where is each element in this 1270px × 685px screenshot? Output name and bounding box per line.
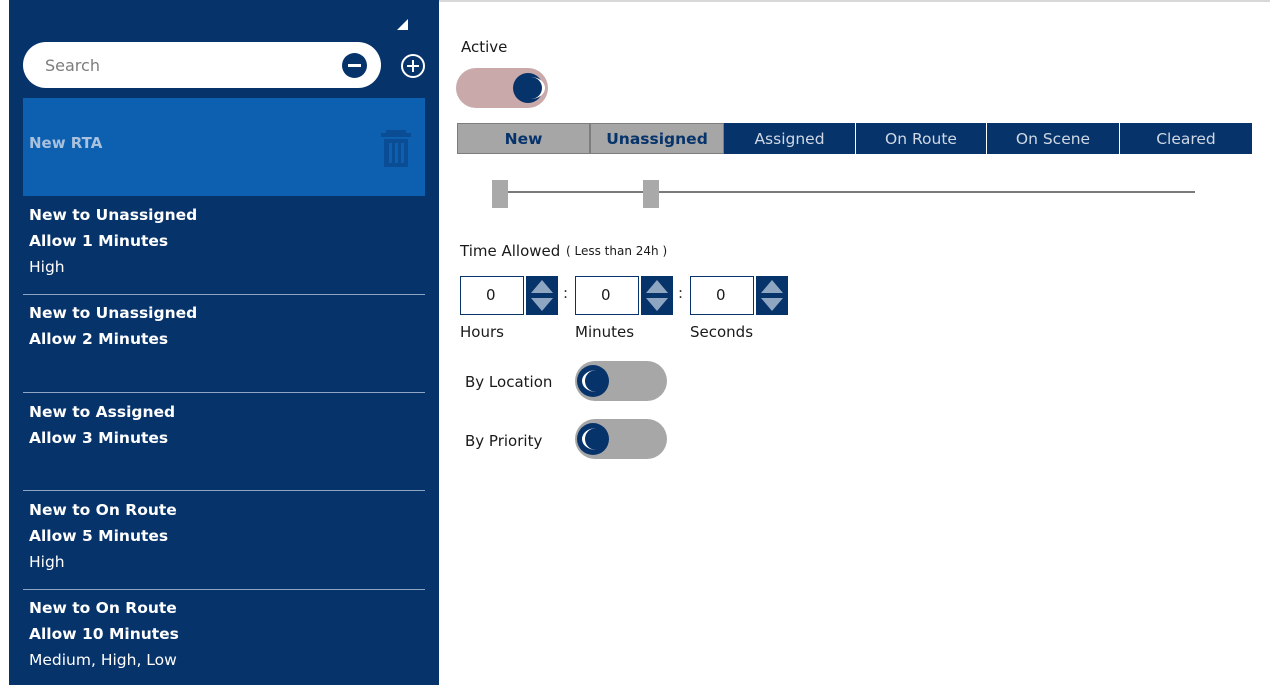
list-item-allow: Allow 5 Minutes — [29, 527, 169, 545]
list-item-title: New to Unassigned — [29, 304, 198, 322]
by-location-label: By Location — [465, 373, 553, 391]
minutes-field[interactable]: 0 — [575, 276, 639, 315]
list-item-priority: Medium, High, Low — [29, 651, 177, 669]
tab-new[interactable]: New — [457, 123, 590, 154]
tab-cleared[interactable]: Cleared — [1120, 123, 1252, 154]
toggle-knob — [513, 73, 543, 103]
seconds-value: 0 — [716, 286, 726, 304]
list-item-priority: High — [29, 553, 65, 571]
tab-on-scene[interactable]: On Scene — [987, 123, 1120, 154]
toggle-knob — [577, 423, 609, 455]
list-item[interactable]: New to On Route Allow 5 Minutes High — [23, 497, 425, 595]
arrow-down-icon[interactable] — [761, 298, 783, 311]
by-priority-label: By Priority — [465, 432, 543, 450]
hours-spin-button[interactable] — [526, 276, 558, 315]
list-item[interactable]: New to Unassigned Allow 1 Minutes High — [23, 202, 425, 300]
hours-field[interactable]: 0 — [460, 276, 524, 315]
list-item[interactable]: New to Assigned Allow 3 Minutes — [23, 399, 425, 497]
minutes-value: 0 — [601, 286, 611, 304]
time-separator: : — [563, 284, 569, 302]
arrow-down-icon[interactable] — [646, 298, 668, 311]
list-item-title: New to Unassigned — [29, 206, 198, 224]
divider — [23, 294, 425, 295]
hours-value: 0 — [486, 286, 496, 304]
by-location-toggle[interactable] — [575, 361, 667, 401]
list-item-allow: Allow 2 Minutes — [29, 330, 169, 348]
range-slider-start-thumb[interactable] — [492, 180, 508, 208]
list-item-selected[interactable]: New RTA — [23, 98, 425, 196]
minutes-stepper[interactable]: 0 — [575, 276, 673, 315]
add-circle-icon[interactable] — [401, 54, 425, 78]
tab-unassigned[interactable]: Unassigned — [590, 123, 724, 154]
list-item-priority: High — [29, 258, 65, 276]
range-slider-end-thumb[interactable] — [643, 180, 659, 208]
rules-sidebar: New RTA New to Unassigned Allow 1 Minute… — [9, 0, 439, 685]
list-item-title: New to On Route — [29, 501, 177, 519]
active-label: Active — [461, 38, 508, 56]
list-item-allow: Allow 1 Minutes — [29, 232, 169, 250]
list-item-title: New to Assigned — [29, 403, 176, 421]
toggle-knob — [577, 365, 609, 397]
range-slider-track[interactable] — [492, 191, 1195, 193]
seconds-field[interactable]: 0 — [690, 276, 754, 315]
hours-label: Hours — [460, 323, 504, 341]
trash-icon[interactable] — [380, 128, 412, 168]
search-input[interactable] — [45, 50, 325, 80]
list-item[interactable]: New to On Route Allow 10 Minutes Medium,… — [23, 595, 425, 685]
status-stepper: New Unassigned Assigned On Route On Scen… — [457, 123, 1252, 154]
list-item-title: New to On Route — [29, 599, 177, 617]
time-allowed-hint: ( Less than 24h ) — [566, 244, 668, 258]
arrow-up-icon[interactable] — [761, 280, 783, 293]
list-item[interactable]: New to Unassigned Allow 2 Minutes — [23, 300, 425, 398]
list-item-allow: Allow 10 Minutes — [29, 625, 179, 643]
list-item-allow: Allow 3 Minutes — [29, 429, 169, 447]
hours-stepper[interactable]: 0 — [460, 276, 558, 315]
minutes-spin-button[interactable] — [641, 276, 673, 315]
collapse-corner-icon[interactable] — [397, 19, 408, 30]
active-toggle[interactable] — [456, 68, 548, 108]
selected-item-title: New RTA — [29, 134, 103, 152]
divider — [23, 589, 425, 590]
tab-assigned[interactable]: Assigned — [724, 123, 856, 154]
time-separator: : — [678, 284, 684, 302]
time-allowed-label: Time Allowed — [460, 242, 561, 260]
arrow-up-icon[interactable] — [531, 280, 553, 293]
divider — [23, 392, 425, 393]
arrow-down-icon[interactable] — [531, 298, 553, 311]
seconds-spin-button[interactable] — [756, 276, 788, 315]
by-priority-toggle[interactable] — [575, 419, 667, 459]
remove-circle-icon[interactable] — [342, 53, 367, 78]
seconds-label: Seconds — [690, 323, 754, 341]
divider — [23, 490, 425, 491]
search-box — [23, 42, 381, 88]
seconds-stepper[interactable]: 0 — [690, 276, 788, 315]
minutes-label: Minutes — [575, 323, 635, 341]
top-border — [438, 0, 1270, 2]
arrow-up-icon[interactable] — [646, 280, 668, 293]
tab-on-route[interactable]: On Route — [856, 123, 987, 154]
